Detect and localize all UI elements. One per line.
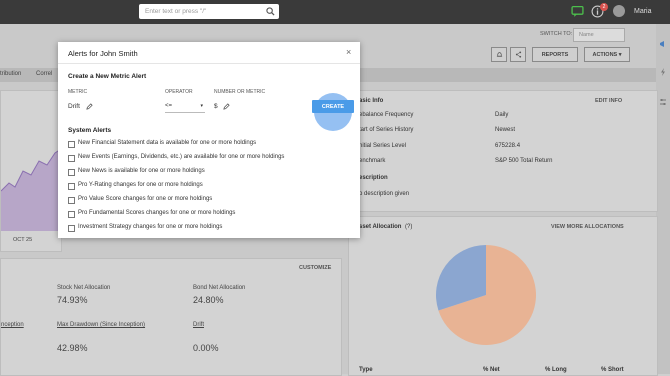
- tab-attribution[interactable]: tribution: [0, 71, 21, 77]
- switch-to-placeholder: Name: [579, 32, 594, 38]
- reports-button[interactable]: REPORTS: [532, 47, 578, 62]
- operator-select[interactable]: <= ▾: [165, 101, 205, 113]
- stock-net-allocation-label: Stock Net Allocation: [57, 285, 111, 291]
- operator-column-label: OPERATOR: [165, 89, 193, 95]
- chart-date-label: OCT 25: [13, 237, 33, 243]
- stats-panel: CUSTOMIZE Stock Net Allocation 74.93% Bo…: [0, 258, 342, 376]
- basic-info-title: asic Info: [359, 98, 384, 104]
- col-type: Type: [359, 367, 373, 373]
- alert-label: Pro Y-Rating changes for one or more hol…: [78, 182, 203, 188]
- system-alerts-heading: System Alerts: [68, 127, 112, 134]
- alert-checkbox[interactable]: [68, 141, 75, 148]
- max-drawdown-label[interactable]: Max Drawdown (Since Inception): [57, 322, 145, 328]
- bolt-icon[interactable]: [659, 68, 667, 76]
- alert-label: Investment Strategy changes for one or m…: [78, 224, 223, 230]
- share-button[interactable]: [510, 47, 526, 62]
- share-icon: [515, 51, 521, 58]
- description-title: escription: [359, 175, 388, 181]
- edit-metric-icon[interactable]: [86, 103, 93, 110]
- alert-label: Pro Fundamental Scores changes for one o…: [78, 210, 236, 216]
- alerts-modal: Alerts for John Smith × Create a New Met…: [58, 42, 360, 238]
- info-row-label: nitial Series Level: [359, 143, 407, 149]
- search-input[interactable]: Enter text or press "/": [145, 8, 206, 15]
- alert-label: New Financial Statement data is availabl…: [78, 140, 257, 146]
- search-icon[interactable]: [266, 7, 275, 16]
- top-bar: Enter text or press "/" 2 Maria: [0, 0, 670, 24]
- chevron-down-icon: ▾: [200, 103, 203, 109]
- avatar[interactable]: [613, 5, 625, 17]
- number-prefix: $: [214, 103, 218, 110]
- alert-checkbox[interactable]: [68, 211, 75, 218]
- chevron-down-icon: ▾: [618, 51, 622, 58]
- sliders-icon[interactable]: [659, 98, 667, 106]
- inception-label[interactable]: nception: [1, 322, 24, 328]
- search-box[interactable]: Enter text or press "/": [139, 4, 279, 19]
- actions-button[interactable]: ACTIONS ▾: [584, 47, 630, 62]
- metric-column-label: METRIC: [68, 89, 88, 95]
- allocation-pie-chart: [436, 245, 536, 345]
- info-row-label: tart of Series History: [359, 127, 414, 133]
- alert-checkbox[interactable]: [68, 225, 75, 232]
- alert-label: Pro Value Score changes for one or more …: [78, 196, 213, 202]
- user-name[interactable]: Maria: [634, 8, 652, 15]
- create-button[interactable]: CREATE: [312, 100, 354, 113]
- alert-checkbox[interactable]: [68, 169, 75, 176]
- info-row-label: enchmark: [359, 158, 386, 164]
- info-row-value: Newest: [495, 127, 516, 133]
- col-net: % Net: [483, 367, 500, 373]
- create-label: CREATE: [321, 103, 345, 110]
- actions-label: ACTIONS: [592, 51, 618, 58]
- bond-net-allocation-value: 24.80%: [193, 295, 224, 305]
- info-row-value: S&P 500 Total Return: [495, 158, 553, 164]
- metric-value[interactable]: Drift: [68, 103, 80, 110]
- modal-divider: [58, 63, 360, 64]
- drift-value: 0.00%: [193, 343, 219, 353]
- chat-icon[interactable]: [571, 5, 584, 18]
- col-long: % Long: [545, 367, 567, 373]
- info-row-value: 675228.4: [495, 143, 521, 149]
- max-drawdown-value: 42.98%: [57, 343, 88, 353]
- alert-label: New News is available for one or more ho…: [78, 168, 205, 174]
- create-alert-heading: Create a New Metric Alert: [68, 73, 147, 80]
- drift-label[interactable]: Drift: [193, 322, 204, 328]
- switch-to-label: SWITCH TO:: [540, 31, 573, 37]
- bond-net-allocation-label: Bond Net Allocation: [193, 285, 246, 291]
- description-text: o description given: [359, 191, 410, 197]
- modal-title: Alerts for John Smith: [68, 49, 138, 58]
- alert-label: New Events (Earnings, Dividends, etc.) a…: [78, 154, 285, 160]
- stock-net-allocation-value: 74.93%: [57, 295, 88, 305]
- close-icon[interactable]: ×: [346, 47, 351, 57]
- reports-label: REPORTS: [541, 51, 569, 58]
- switch-to-input[interactable]: Name: [573, 28, 625, 42]
- alert-checkbox[interactable]: [68, 183, 75, 190]
- performance-chart-panel: OCT 25: [0, 90, 62, 252]
- col-short: % Short: [601, 367, 624, 373]
- number-column-label: NUMBER OR METRIC: [214, 89, 266, 95]
- asset-allocation-panel: sset Allocation (?) VIEW MORE ALLOCATION…: [348, 216, 658, 376]
- customize-link[interactable]: CUSTOMIZE: [299, 265, 331, 271]
- tab-correlation[interactable]: Correl: [36, 71, 52, 77]
- info-row-label: ebalance Frequency: [359, 112, 414, 118]
- basic-info-panel: asic Info EDIT INFO ebalance Frequency D…: [348, 90, 658, 212]
- bell-button[interactable]: [491, 47, 507, 62]
- alert-checkbox[interactable]: [68, 155, 75, 162]
- edit-info-link[interactable]: EDIT INFO: [595, 98, 622, 104]
- bell-icon: [496, 52, 502, 57]
- edit-number-icon[interactable]: [223, 103, 230, 110]
- performance-chart: [1, 148, 61, 231]
- notification-badge: 2: [600, 3, 608, 11]
- right-toolbar: [656, 24, 670, 374]
- alert-checkbox[interactable]: [68, 197, 75, 204]
- megaphone-icon[interactable]: [659, 40, 667, 48]
- info-row-value: Daily: [495, 112, 509, 118]
- operator-value: <=: [165, 103, 173, 109]
